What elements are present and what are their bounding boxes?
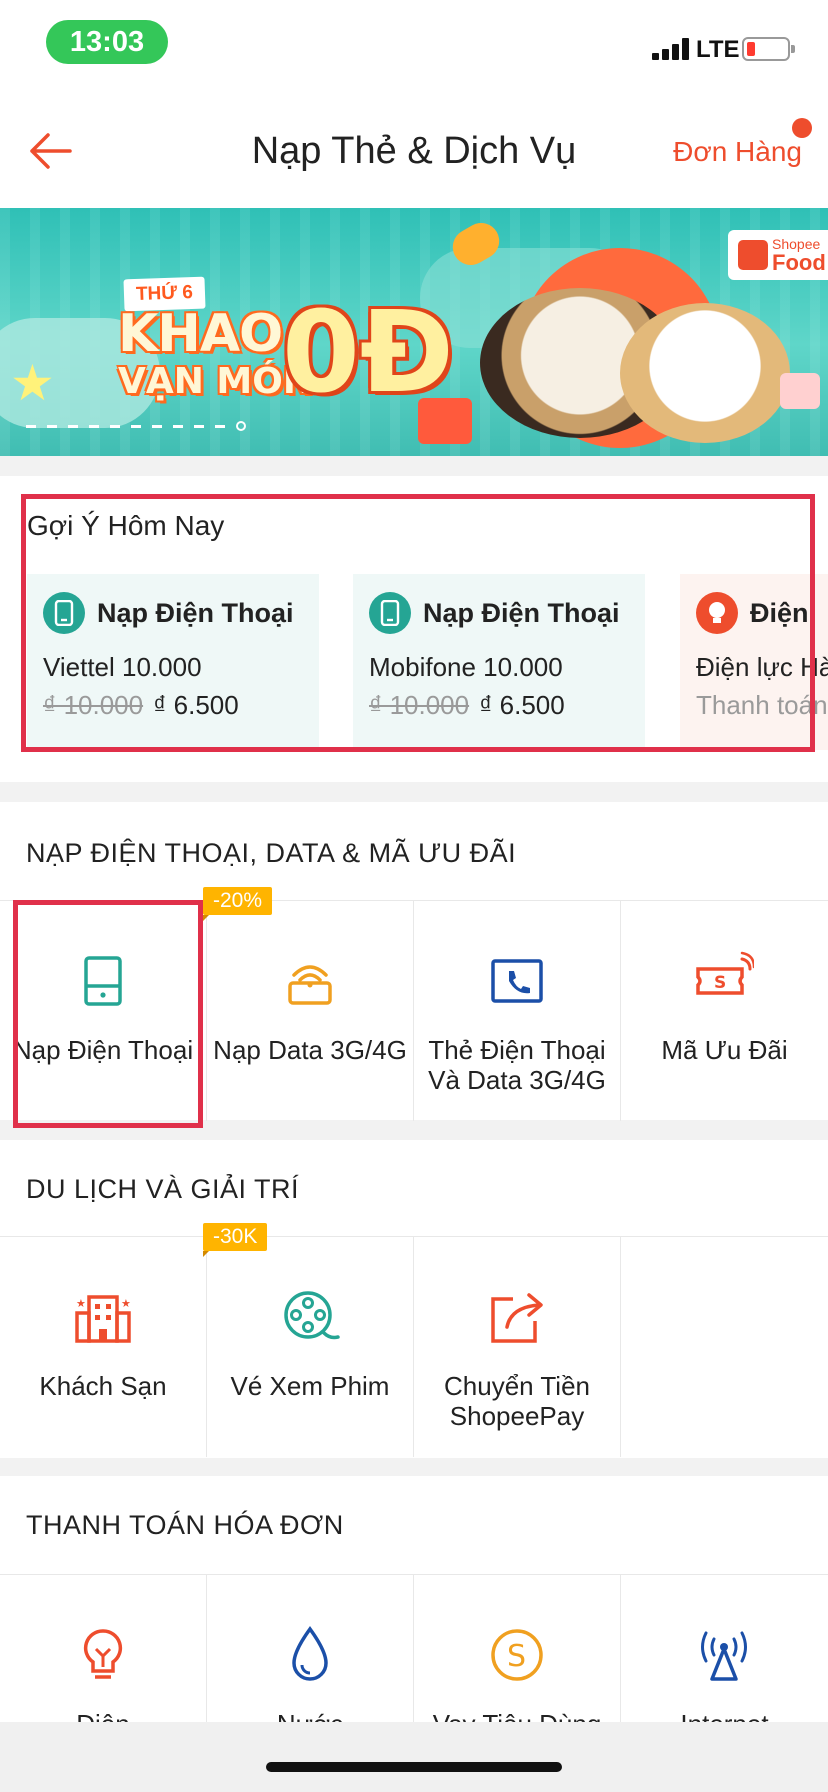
network-label: LTE bbox=[696, 36, 740, 63]
carousel-dot bbox=[152, 425, 162, 428]
service-label: Vé Xem Phim bbox=[230, 1371, 390, 1401]
phone-data-section: NẠP ĐIỆN THOẠI, DATA & MÃ ƯU ĐÃI Nạp Điệ… bbox=[0, 802, 828, 1128]
section-title: THANH TOÁN HÓA ĐƠN bbox=[26, 1510, 344, 1540]
section-title: NẠP ĐIỆN THOẠI, DATA & MÃ ƯU ĐÃI bbox=[26, 838, 517, 868]
service-movie-tickets[interactable]: -30K Vé Xem Phim bbox=[203, 1223, 414, 1457]
carousel-indicator bbox=[26, 421, 276, 431]
section-title: DU LỊCH VÀ GIẢI TRÍ bbox=[26, 1174, 300, 1204]
carousel-dot bbox=[173, 425, 183, 428]
discount-badge: -20% bbox=[203, 887, 273, 921]
transfer-icon bbox=[487, 1287, 547, 1347]
status-time: 13:03 bbox=[46, 20, 168, 64]
bottom-safe-area bbox=[0, 1722, 828, 1792]
carousel-dot bbox=[131, 425, 141, 428]
service-label: Chuyển Tiền ShopeePay bbox=[444, 1371, 590, 1431]
service-shopeepay-transfer[interactable]: Chuyển Tiền ShopeePay bbox=[414, 1237, 621, 1457]
service-label: Khách Sạn bbox=[39, 1371, 167, 1401]
service-phone-card[interactable]: Thẻ Điện Thoại Và Data 3G/4G bbox=[414, 901, 621, 1121]
voucher-icon: S bbox=[694, 951, 756, 1011]
status-bar: 13:03 LTE bbox=[0, 0, 828, 96]
bulb-icon bbox=[73, 1625, 133, 1685]
banner-headline: KHAO bbox=[118, 304, 283, 364]
carousel-dot bbox=[47, 425, 57, 428]
coin-icon: S bbox=[487, 1625, 547, 1685]
gift-icon bbox=[780, 373, 820, 409]
carousel-dot bbox=[215, 425, 225, 428]
shopee-food-logo: Shopee Food bbox=[728, 230, 828, 280]
water-drop-icon bbox=[280, 1625, 340, 1685]
home-indicator[interactable] bbox=[266, 1762, 562, 1772]
highlight-box bbox=[21, 494, 815, 752]
top-bar: Nạp Thẻ & Dịch Vụ Đơn Hàng bbox=[0, 96, 828, 208]
carousel-dot bbox=[194, 425, 204, 428]
phone-card-icon bbox=[487, 951, 547, 1011]
suggestions-section: Gợi Ý Hôm Nay Nạp Điện Thoại Viettel 10.… bbox=[0, 476, 828, 782]
carousel-dot bbox=[110, 425, 120, 428]
bill-payment-section: THANH TOÁN HÓA ĐƠN Điện Nước S Vay Tiêu … bbox=[0, 1476, 828, 1792]
empty-cell bbox=[621, 1237, 828, 1457]
service-vouchers[interactable]: S Mã Ưu Đãi bbox=[621, 901, 828, 1121]
dim-sum-image bbox=[620, 303, 790, 443]
battery-icon bbox=[742, 37, 795, 61]
service-label: Mã Ưu Đãi bbox=[661, 1035, 788, 1065]
promo-banner[interactable]: ★ THỨ 6 KHAO VẠN MÓN 0Đ Shopee Food bbox=[0, 208, 828, 456]
antenna-icon bbox=[694, 1625, 754, 1685]
film-reel-icon bbox=[280, 1287, 340, 1347]
service-label: Nạp Data 3G/4G bbox=[213, 1035, 407, 1065]
star-icon: ★ bbox=[10, 355, 55, 411]
signal-icon bbox=[652, 38, 690, 60]
svg-text:★: ★ bbox=[76, 1298, 86, 1310]
travel-entertainment-section: DU LỊCH VÀ GIẢI TRÍ ★ ★ Khách Sạn -30K Vé… bbox=[0, 1140, 828, 1458]
banner-price: 0Đ bbox=[282, 288, 454, 418]
carousel-dot bbox=[89, 425, 99, 428]
svg-text:S: S bbox=[507, 1639, 526, 1674]
wifi-icon bbox=[280, 951, 340, 1011]
svg-text:S: S bbox=[714, 973, 726, 993]
carousel-dot-active bbox=[236, 421, 246, 431]
svg-text:★: ★ bbox=[121, 1298, 131, 1310]
discount-badge: -30K bbox=[203, 1223, 268, 1257]
highlight-box bbox=[13, 900, 203, 1128]
notification-dot bbox=[792, 118, 812, 138]
orders-link[interactable]: Đơn Hàng bbox=[673, 136, 802, 168]
service-label: Thẻ Điện Thoại Và Data 3G/4G bbox=[428, 1035, 606, 1095]
service-top-up-data[interactable]: -20% Nạp Data 3G/4G bbox=[203, 887, 414, 1121]
carousel-dot bbox=[68, 425, 78, 428]
service-hotel[interactable]: ★ ★ Khách Sạn bbox=[0, 1237, 207, 1457]
hotel-icon: ★ ★ bbox=[73, 1287, 133, 1347]
carousel-dot bbox=[26, 425, 36, 428]
